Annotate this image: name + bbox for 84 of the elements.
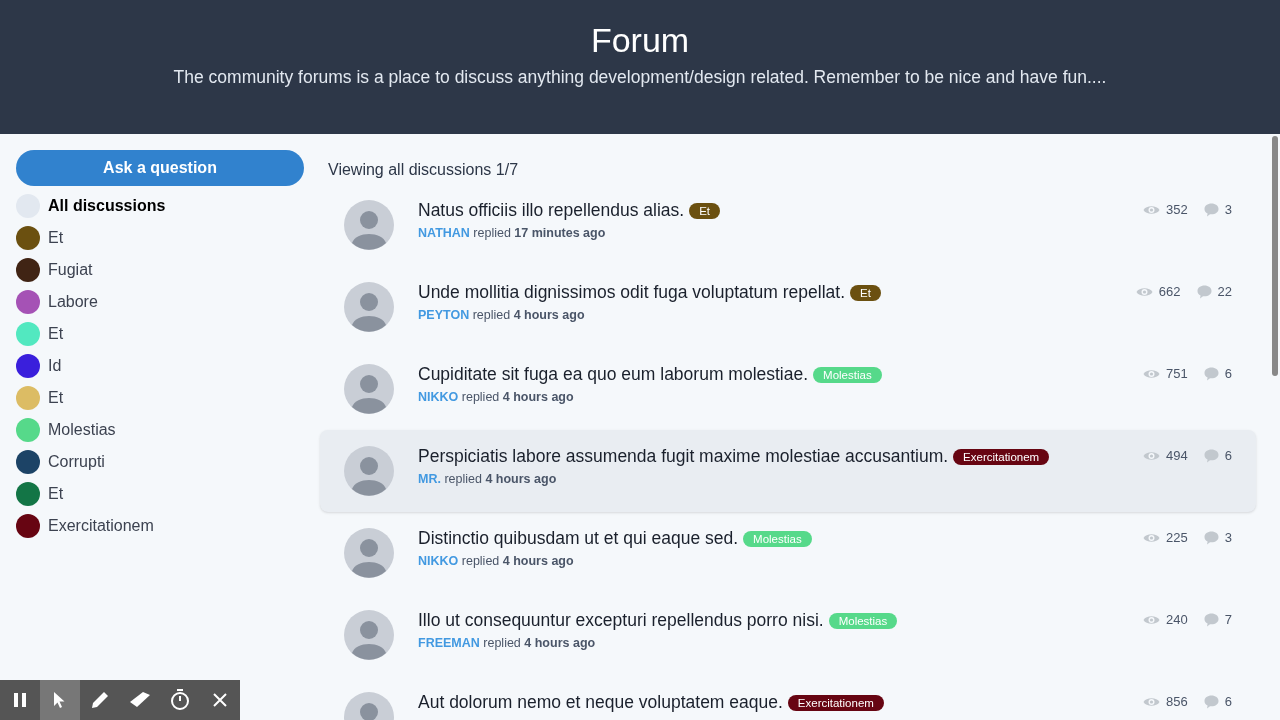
comment-icon [1203,694,1219,709]
discussion-row[interactable]: Cupiditate sit fuga ea quo eum laborum molestiae. Molestias NIKKO replied 4 hours ago 751 6 [320,348,1256,430]
reply-count: 7 [1224,611,1232,629]
discussion-title[interactable]: Perspiciatis labore assumenda fugit maxime molestiae accusantium. [418,442,949,470]
comment-icon [1203,366,1219,381]
reply-count: 3 [1224,529,1232,547]
reply-count: 6 [1224,365,1232,383]
eye-icon [1143,449,1161,462]
eye-icon [1143,203,1161,216]
category-tag: Molestias [828,613,898,629]
reply-count: 6 [1224,693,1232,711]
discussion-title[interactable]: Natus officiis illo repellendus alias. [418,196,685,224]
view-count: 352 [1166,201,1188,219]
reply-count: 6 [1224,447,1232,465]
discussion-row[interactable]: Aut dolorum nemo et neque voluptatem eaque. Exercitationem 856 6 [320,676,1256,720]
reply-info: PEYTON replied 4 hours ago [418,307,586,324]
category-tag: Molestias [743,531,812,547]
discussions-heading: Viewing all discussions 1/7 [327,160,520,180]
eye-icon [1143,367,1161,380]
view-count: 494 [1166,447,1188,465]
ask-question-button[interactable]: Ask a question [16,150,304,186]
discussion-row-highlight[interactable]: Perspiciatis labore assumenda fugit maxime molestiae accusantium. Exercitationem MR. replied 4 hours ago 494 6 [320,430,1256,512]
category-item[interactable]: All discussions [16,190,304,222]
reply-info: NATHAN replied 17 minutes ago [418,225,607,242]
page-subtitle: The community forums is a place to discuss anything development/design related. Remember to be nice and have fun.... [173,66,1107,89]
view-count: 856 [1166,693,1188,711]
eye-icon [1143,695,1161,708]
scrollbar[interactable] [1272,136,1278,376]
reply-info: NIKKO replied 4 hours ago [418,389,575,406]
reply-info: NIKKO replied 4 hours ago [418,553,575,570]
category-item[interactable]: Molestias [16,414,304,446]
view-count: 751 [1166,365,1188,383]
category-tag: Exercitationem [953,449,1050,465]
stopwatch-icon [170,689,190,711]
category-item[interactable]: Fugiat [16,254,304,286]
category-tag: Et [850,285,881,301]
discussion-title[interactable]: Cupiditate sit fuga ea quo eum laborum molestiae. [418,360,809,388]
category-item[interactable]: Labore [16,286,304,318]
reply-info: MR. replied 4 hours ago [418,471,558,488]
avatar-silhouette [344,610,394,660]
avatar-silhouette [344,528,394,578]
close-icon [212,692,228,708]
reply-info: FREEMAN replied 4 hours ago [418,635,597,652]
category-item[interactable]: Corrupti [16,446,304,478]
avatar-silhouette [344,200,394,250]
eye-icon [1135,285,1153,298]
view-count: 662 [1158,283,1181,301]
category-item[interactable]: Et [16,318,304,350]
category-item[interactable]: Et [16,382,304,414]
discussion-title[interactable]: Unde mollitia dignissimos odit fuga voluptatum repellat. [418,278,846,306]
eraser-icon [129,691,151,709]
view-count: 240 [1166,611,1188,629]
category-item[interactable]: Exercitationem [16,510,304,542]
discussion-row[interactable]: Distinctio quibusdam ut et qui eaque sed. Molestias NIKKO replied 4 hours ago 225 3 [320,512,1256,594]
page-title: Forum [590,20,690,60]
comment-icon [1203,530,1219,545]
discussion-title[interactable]: Aut dolorum nemo et neque voluptatem eaque. [418,688,783,716]
eye-icon [1143,613,1161,626]
discussion-title[interactable]: Illo ut consequuntur excepturi repellendus porro nisi. [418,606,824,634]
category-tag: Et [689,203,721,219]
comment-icon [1203,448,1219,463]
avatar-silhouette [344,282,394,332]
view-count: 225 [1166,529,1188,547]
pause-icon [13,692,27,708]
discussion-row[interactable]: Illo ut consequuntur excepturi repellendus porro nisi. Molestias FREEMAN replied 4 hours ago 240 7 [320,594,1256,676]
discussion-row[interactable]: Unde mollitia dignissimos odit fuga voluptatum repellat. Et PEYTON replied 4 hours ago 662 22 [320,266,1256,348]
cursor-button[interactable] [40,680,80,720]
category-tag: Molestias [813,367,882,383]
category-item[interactable]: Et [16,222,304,254]
comment-icon [1203,612,1219,627]
avatar-silhouette [344,364,394,414]
comment-icon [1203,202,1219,217]
pen-icon [90,690,110,710]
eye-icon [1143,531,1161,544]
avatar-silhouette [344,446,394,496]
reply-count: 3 [1224,201,1232,219]
discussion-title[interactable]: Distinctio quibusdam ut et qui eaque sed. [418,524,739,552]
reply-count: 22 [1217,283,1232,301]
category-item[interactable]: Et [16,478,304,510]
category-tag: Exercitationem [787,695,884,711]
comment-icon [1196,284,1212,299]
category-item[interactable]: Id [16,350,304,382]
discussion-row[interactable]: Natus officiis illo repellendus alias. Et NATHAN replied 17 minutes ago 352 3 [320,184,1256,266]
cursor-icon [53,691,67,709]
